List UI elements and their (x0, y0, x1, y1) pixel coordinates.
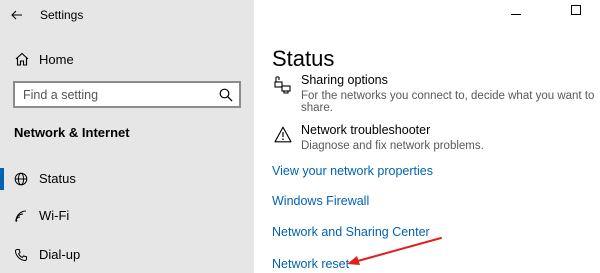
search-icon[interactable] (219, 88, 233, 102)
search-box[interactable] (13, 81, 241, 108)
search-input[interactable] (15, 83, 219, 106)
network-troubleshooter-link[interactable]: Network troubleshooter (301, 123, 430, 137)
windows-firewall-link[interactable]: Windows Firewall (272, 194, 369, 208)
sidebar: Settings Home Network & Internet Status (0, 0, 254, 273)
sidebar-item-dialup[interactable]: Dial-up (0, 240, 254, 270)
active-indicator (0, 168, 4, 190)
sharing-icon (274, 76, 291, 94)
wifi-icon (15, 210, 27, 222)
window-title: Settings (40, 8, 84, 22)
sharing-options-description: For the networks you connect to, decide … (301, 90, 595, 114)
back-arrow-icon (11, 10, 22, 20)
network-troubleshooter-description: Diagnose and fix network problems. (301, 140, 484, 152)
section-heading: Network & Internet (14, 125, 130, 140)
sidebar-item-label: Wi-Fi (39, 208, 70, 223)
network-reset-link[interactable]: Network reset (272, 257, 349, 271)
sidebar-item-status[interactable]: Status (0, 164, 254, 194)
sharing-options-link[interactable]: Sharing options (301, 73, 388, 87)
dialup-icon (14, 249, 27, 262)
network-sharing-center-link[interactable]: Network and Sharing Center (272, 225, 430, 239)
sidebar-item-home[interactable]: Home (0, 46, 254, 74)
warning-icon (274, 126, 292, 143)
sidebar-item-label: Status (39, 171, 76, 186)
sidebar-item-wifi[interactable]: Wi-Fi (0, 201, 254, 231)
status-globe-icon (14, 172, 28, 186)
maximize-icon[interactable] (571, 5, 581, 15)
view-network-properties-link[interactable]: View your network properties (272, 164, 433, 178)
sidebar-item-label: Dial-up (39, 247, 81, 262)
sidebar-item-home-label: Home (39, 52, 74, 67)
minimize-icon[interactable] (511, 9, 521, 19)
home-icon (15, 52, 29, 66)
page-title: Status (272, 46, 335, 71)
back-button[interactable] (0, 0, 34, 30)
